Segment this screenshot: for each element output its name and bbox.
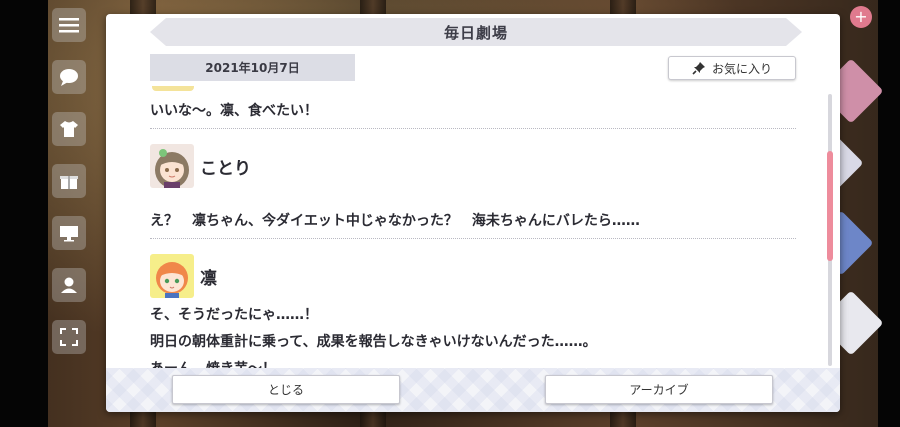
favorite-button[interactable]: お気に入り xyxy=(668,56,796,80)
speaker-name: 凛 xyxy=(200,268,217,289)
dialog-title: 毎日劇場 xyxy=(443,23,508,42)
close-button[interactable]: とじる xyxy=(172,375,400,404)
dialog-content[interactable]: いいな〜。凛、食べたい！ ことり え？ 凛ちゃん、今ダイエット中じゃなかった？ … xyxy=(150,86,800,376)
gift-icon[interactable] xyxy=(52,164,86,198)
character-icon[interactable] xyxy=(52,268,86,302)
divider xyxy=(150,128,796,129)
menu-icon[interactable] xyxy=(52,8,86,42)
screen-edge-left xyxy=(0,0,48,427)
divider xyxy=(150,238,796,239)
title-bar: 毎日劇場 xyxy=(150,18,802,46)
message-text: いいな〜。凛、食べたい！ xyxy=(150,103,318,119)
plus-icon[interactable]: + xyxy=(850,6,872,28)
scrollbar-thumb[interactable] xyxy=(827,151,833,261)
archive-button[interactable]: アーカイブ xyxy=(545,375,773,404)
message-text: え？ 凛ちゃん、今ダイエット中じゃなかった？ 海未ちゃんにバレたら…… xyxy=(150,213,640,229)
rin-avatar xyxy=(150,254,194,298)
expand-icon[interactable] xyxy=(52,320,86,354)
screen-edge-right xyxy=(878,0,900,427)
speaker-name: ことり xyxy=(200,158,251,179)
daily-theater-dialog: 毎日劇場 2021年10月7日 お気に入り いいな〜。凛、食べたい！ ことり え… xyxy=(106,14,840,412)
message-text: 明日の朝体重計に乗って、成果を報告しなきゃいけないんだった……。 xyxy=(150,334,597,350)
prev-avatar-edge xyxy=(152,86,194,91)
close-label: とじる xyxy=(267,383,304,397)
archive-label: アーカイブ xyxy=(629,383,689,397)
favorite-label: お気に入り xyxy=(711,61,772,76)
kotori-avatar xyxy=(150,144,194,188)
pin-icon xyxy=(692,62,705,75)
date-label: 2021年10月7日 xyxy=(150,54,355,81)
chat-icon[interactable] xyxy=(52,60,86,94)
speaker-rin: 凛 xyxy=(150,254,217,298)
screen-icon[interactable] xyxy=(52,216,86,250)
message-text: そ、そうだったにゃ……！ xyxy=(150,307,318,323)
side-menu xyxy=(52,8,88,354)
speaker-kotori: ことり xyxy=(150,144,251,188)
shirt-icon[interactable] xyxy=(52,112,86,146)
